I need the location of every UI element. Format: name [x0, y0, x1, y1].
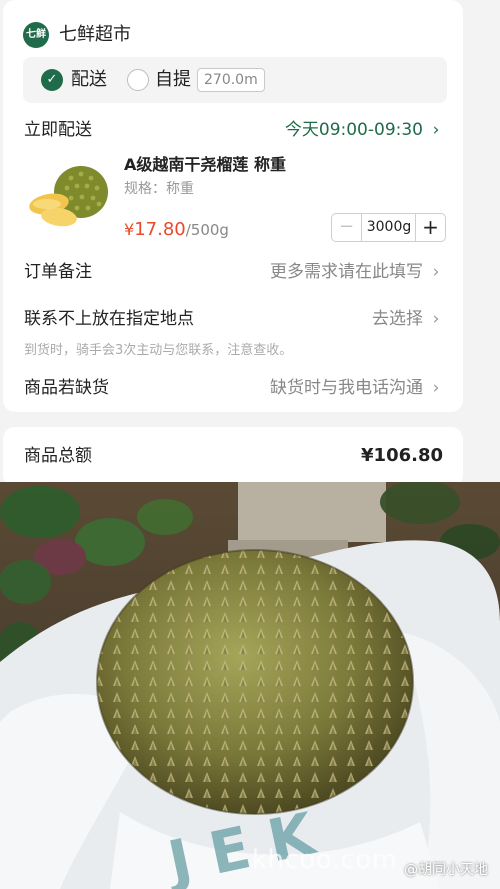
credit-watermark: @胡同小天地: [404, 862, 488, 878]
arrival-hint: 到货时，骑手会3次主动与您联系，注意查收。: [24, 343, 293, 358]
order-card: 七鲜 七鲜超市 ✓ 配送 自提 270.0m 立即配送 今天09:00-09:3…: [3, 0, 463, 412]
out-of-stock-label: 商品若缺货: [24, 378, 109, 398]
site-watermark: khcoo.com: [252, 845, 398, 875]
order-remark-label: 订单备注: [24, 262, 92, 282]
dropoff-label: 联系不上放在指定地点: [24, 309, 194, 329]
product-name[interactable]: A级越南干尧榴莲 称重: [124, 153, 286, 177]
chevron-right-icon[interactable]: ›: [429, 376, 443, 400]
chevron-right-icon[interactable]: ›: [429, 118, 443, 142]
order-remark-value[interactable]: 更多需求请在此填写: [270, 260, 423, 284]
delivery-time-label: 立即配送: [24, 120, 92, 140]
product-spec: 规格：称重: [124, 181, 194, 197]
durian-product-image[interactable]: [27, 160, 111, 230]
price-amount: 17.80: [134, 219, 186, 240]
increase-quantity-button[interactable]: +: [415, 214, 445, 241]
durian-photo-image: J E K: [0, 482, 500, 889]
store-logo: 七鲜: [23, 22, 49, 48]
product-price: ¥17.80/500g: [124, 217, 229, 243]
delivery-option-label[interactable]: 配送: [71, 67, 107, 93]
pickup-radio[interactable]: [127, 69, 149, 91]
out-of-stock-value[interactable]: 缺货时与我电话沟通: [270, 376, 423, 400]
total-label: 商品总额: [24, 446, 92, 466]
pickup-distance-badge: 270.0m: [197, 68, 265, 92]
price-unit: /500g: [185, 221, 229, 239]
quantity-stepper: − 3000g +: [331, 213, 446, 242]
delivery-option-bar: ✓ 配送 自提 270.0m: [23, 57, 447, 103]
chevron-right-icon[interactable]: ›: [429, 260, 443, 284]
price-currency: ¥: [124, 220, 135, 239]
dropoff-value[interactable]: 去选择: [372, 307, 423, 331]
store-name: 七鲜超市: [59, 24, 131, 45]
delivery-radio-check-icon[interactable]: ✓: [41, 69, 63, 91]
durian-photo: J E K khcoo.com @胡同小天地: [0, 482, 500, 889]
chevron-right-icon[interactable]: ›: [429, 307, 443, 331]
total-value: ¥106.80: [361, 445, 443, 466]
quantity-value[interactable]: 3000g: [362, 214, 416, 241]
delivery-time-value[interactable]: 今天09:00-09:30: [285, 118, 423, 142]
pickup-option-label[interactable]: 自提: [155, 67, 191, 93]
total-card: 商品总额 ¥106.80: [3, 427, 463, 487]
decrease-quantity-button[interactable]: −: [332, 214, 362, 241]
